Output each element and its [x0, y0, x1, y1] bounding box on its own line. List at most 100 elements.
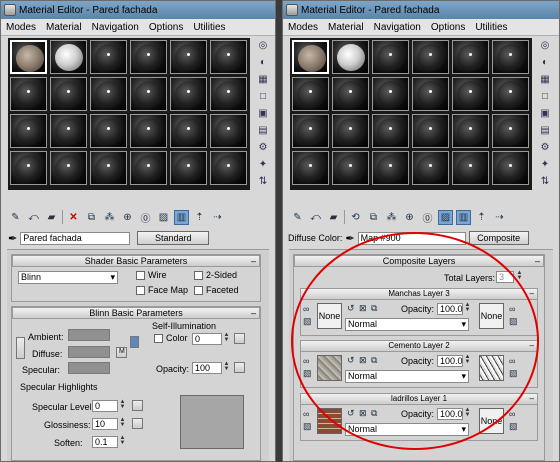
diffuse-map-button[interactable]: M: [116, 347, 127, 358]
faceted-checkbox[interactable]: [194, 286, 203, 295]
material-slot[interactable]: [210, 114, 247, 148]
show-end-result-icon[interactable]: ▥: [174, 209, 189, 225]
specular-level-map-button[interactable]: [132, 400, 143, 411]
options-icon[interactable]: ⚙: [537, 140, 553, 154]
assign-to-selection-icon[interactable]: ▰: [44, 210, 59, 225]
uv-tiling-icon[interactable]: □: [537, 89, 553, 103]
opacity-map-button[interactable]: [234, 362, 245, 373]
make-unique-icon[interactable]: ⁂: [102, 210, 117, 225]
title-bar[interactable]: Material Editor - Pared fachada: [1, 1, 275, 19]
material-slot[interactable]: [412, 77, 449, 111]
layer-1-mask-button[interactable]: None: [479, 408, 504, 434]
make-copy-icon[interactable]: ⧉: [84, 210, 99, 225]
layer-2-blend-mode-dropdown[interactable]: Normal: [345, 370, 469, 383]
material-slot[interactable]: [412, 114, 449, 148]
material-slot[interactable]: [332, 151, 369, 185]
layer-2-texture-thumbnail[interactable]: [317, 355, 342, 381]
material-slot[interactable]: [10, 151, 47, 185]
delete-layer-icon[interactable]: ↺: [347, 408, 355, 419]
menu-options[interactable]: Options: [144, 22, 188, 33]
material-slot[interactable]: [50, 114, 87, 148]
layer-3-opacity-input[interactable]: 100.0: [437, 303, 463, 315]
opacity-input[interactable]: 100: [192, 362, 222, 374]
background-icon[interactable]: ▦: [537, 72, 553, 86]
material-slot[interactable]: [372, 40, 409, 74]
mask-color-correction-icon[interactable]: ▧: [509, 316, 518, 327]
put-to-library-icon[interactable]: ⊕: [402, 210, 417, 225]
put-to-scene-icon[interactable]: ⤺: [308, 210, 323, 225]
material-slot[interactable]: [130, 151, 167, 185]
shader-rollout-header[interactable]: Shader Basic Parameters –: [12, 255, 260, 267]
color-correction-icon[interactable]: ▧: [303, 421, 312, 432]
layer-3-mask-button[interactable]: None: [479, 303, 504, 329]
material-slot[interactable]: [452, 151, 489, 185]
go-to-parent-icon[interactable]: ⇡: [192, 210, 207, 225]
material-slot[interactable]: [10, 40, 47, 74]
backlight-icon[interactable]: ◐: [255, 55, 271, 69]
specular-swatch[interactable]: [68, 362, 110, 374]
get-material-icon[interactable]: ✎: [290, 210, 305, 225]
lock-diffuse-specular-button[interactable]: [130, 336, 139, 348]
material-slot[interactable]: [50, 77, 87, 111]
go-forward-sibling-icon[interactable]: ⇢: [210, 210, 225, 225]
show-end-result-icon[interactable]: ▥: [456, 209, 471, 225]
backlight-icon[interactable]: ◐: [537, 55, 553, 69]
menu-options[interactable]: Options: [426, 22, 470, 33]
shader-type-dropdown[interactable]: Blinn: [18, 271, 118, 284]
duplicate-layer-icon[interactable]: ⧉: [371, 408, 377, 419]
reset-icon[interactable]: ✕: [66, 210, 81, 225]
make-preview-icon[interactable]: ▤: [537, 123, 553, 137]
material-slot[interactable]: [90, 114, 127, 148]
make-preview-icon[interactable]: ▤: [255, 123, 271, 137]
map-name-input[interactable]: Map #900: [357, 231, 466, 245]
layer-1-blend-mode-dropdown[interactable]: Normal: [345, 423, 469, 436]
color-checkbox[interactable]: [154, 334, 163, 343]
face-map-checkbox[interactable]: [136, 286, 145, 295]
show-map-icon[interactable]: ▨: [438, 209, 453, 225]
go-forward-sibling-icon[interactable]: ⇢: [492, 210, 507, 225]
duplicate-layer-icon[interactable]: ⧉: [371, 303, 377, 314]
material-slot[interactable]: [170, 40, 207, 74]
material-id-icon[interactable]: ⓪: [420, 210, 435, 225]
layer-1-opacity-input[interactable]: 100.0: [437, 408, 463, 420]
map-type-button[interactable]: Composite: [468, 231, 529, 245]
material-slot[interactable]: [130, 40, 167, 74]
color-correction-icon[interactable]: ▧: [303, 316, 312, 327]
soften-input[interactable]: 0.1: [92, 436, 118, 448]
material-slot[interactable]: [292, 40, 329, 74]
layer-1-texture-thumbnail[interactable]: [317, 408, 342, 434]
material-slot[interactable]: [492, 40, 529, 74]
material-slot[interactable]: [292, 114, 329, 148]
material-slot[interactable]: [412, 151, 449, 185]
mask-visibility-icon[interactable]: ∞: [509, 409, 515, 419]
material-slot[interactable]: [170, 114, 207, 148]
material-slot[interactable]: [292, 77, 329, 111]
delete-layer-icon[interactable]: ↺: [347, 355, 355, 366]
put-to-library-icon[interactable]: ⊕: [120, 210, 135, 225]
rename-layer-icon[interactable]: ⊠: [359, 355, 367, 366]
material-slot[interactable]: [210, 151, 247, 185]
composite-rollout-header[interactable]: Composite Layers –: [294, 255, 544, 267]
material-slot[interactable]: [492, 114, 529, 148]
go-to-parent-icon[interactable]: ⇡: [474, 210, 489, 225]
assign-to-selection-icon[interactable]: ▰: [326, 210, 341, 225]
lock-ambient-diffuse-button[interactable]: [16, 337, 25, 359]
material-navigator-icon[interactable]: ⇅: [255, 174, 271, 188]
material-slot[interactable]: [492, 77, 529, 111]
menu-utilities[interactable]: Utilities: [470, 22, 512, 33]
put-to-scene-icon[interactable]: ⤺: [26, 210, 41, 225]
duplicate-layer-icon[interactable]: ⧉: [371, 355, 377, 366]
two-sided-checkbox[interactable]: [194, 271, 203, 280]
menu-navigation[interactable]: Navigation: [369, 22, 426, 33]
mask-visibility-icon[interactable]: ∞: [509, 304, 515, 314]
sample-type-icon[interactable]: ◎: [255, 38, 271, 52]
material-slot[interactable]: [90, 77, 127, 111]
color-correction-icon[interactable]: ▧: [303, 368, 312, 379]
menu-utilities[interactable]: Utilities: [188, 22, 230, 33]
background-icon[interactable]: ▦: [255, 72, 271, 86]
reset-icon[interactable]: ⟲: [348, 210, 363, 225]
layer-2-mask-thumbnail[interactable]: [479, 355, 504, 381]
opacity-spinner[interactable]: ▲ ▼: [464, 354, 471, 367]
video-check-icon[interactable]: ▣: [537, 106, 553, 120]
material-slot[interactable]: [452, 114, 489, 148]
